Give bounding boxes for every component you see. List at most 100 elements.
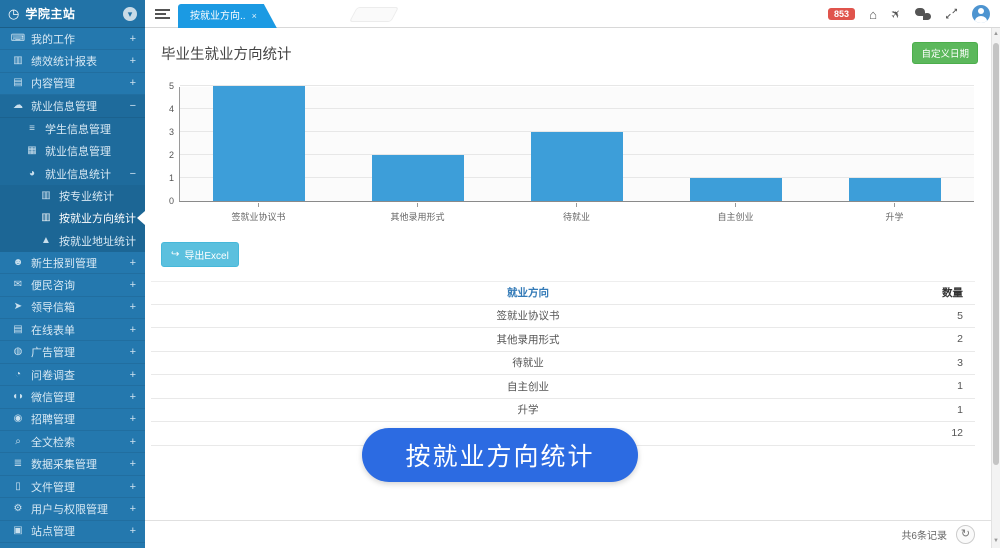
sidebar-item-label: 领导信箱 (31, 299, 145, 315)
scroll-up-icon[interactable]: ▲ (992, 31, 1000, 37)
topbar: 按就业方向..× 853 ⌂ ✈ ↗↙ (145, 0, 1000, 28)
table-row: 升学1 (151, 399, 975, 423)
sidebar-item[interactable]: ⌕全文检索+ (0, 431, 145, 453)
sidebar-item[interactable]: ⌨我的工作+ (0, 28, 145, 50)
sidebar-item[interactable]: ⚙用户与权限管理+ (0, 498, 145, 520)
sidebar-item-label: 按就业地址统计 (59, 233, 145, 249)
menu-toggle-icon[interactable] (155, 9, 170, 19)
gears-icon: ⚙ (10, 504, 26, 514)
close-icon[interactable]: × (252, 11, 257, 21)
sidebar-item-label: 就业信息管理 (45, 143, 145, 159)
ghost-tab (349, 7, 399, 22)
sidebar-item[interactable]: ◍广告管理+ (0, 341, 145, 363)
sidebar-item[interactable]: ▣站点管理+ (0, 521, 145, 543)
sidebar-item[interactable]: ▥按就业方向统计 (0, 207, 145, 229)
active-item-arrow (137, 211, 145, 225)
messages-icon[interactable] (915, 8, 931, 20)
direction-cell: 自主创业 (151, 379, 905, 394)
sidebar-item[interactable]: ▤在线表单+ (0, 319, 145, 341)
sidebar-item[interactable]: ≡学生信息管理 (0, 118, 145, 140)
sidebar-item[interactable]: ➤领导信箱+ (0, 297, 145, 319)
chart-bar-slot (498, 87, 657, 201)
tab-employment-direction[interactable]: 按就业方向..× (178, 4, 277, 28)
count-cell: 1 (905, 404, 975, 416)
sidebar-item[interactable]: ✉ 便民咨询+ (0, 274, 145, 296)
sidebar-item[interactable]: ☁就业信息管理− (0, 95, 145, 117)
vertical-scrollbar[interactable]: ▲ ▼ (991, 28, 1000, 548)
scroll-down-icon[interactable]: ▼ (992, 538, 1000, 544)
y-tick-label: 0 (169, 196, 174, 206)
table-body: 签就业协议书5其他录用形式2待就业3自主创业1升学1合计12 (151, 305, 975, 446)
sidebar-header[interactable]: ◷ 学院主站 ▾ (0, 0, 145, 28)
chart-bar (372, 155, 464, 201)
chart-bar-slot (339, 87, 498, 201)
user-avatar[interactable] (972, 5, 990, 23)
sidebar-item[interactable]: ▥按专业统计 (0, 185, 145, 207)
sidebar-item[interactable]: ▲按就业地址统计 (0, 230, 145, 252)
plus-icon: + (130, 391, 136, 403)
sidebar-item[interactable]: ◔问卷调查+ (0, 364, 145, 386)
refresh-icon[interactable]: ↻ (956, 525, 975, 544)
bar-chart-icon: ▥ (38, 213, 54, 223)
direction-cell: 签就业协议书 (151, 308, 905, 323)
plus-icon: + (130, 55, 136, 67)
chart-bar (690, 178, 782, 201)
sidebar-item-label: 招聘管理 (31, 411, 145, 427)
search-icon: ⌕ (10, 437, 26, 447)
fullscreen-icon[interactable]: ↗↙ (945, 8, 958, 21)
content-icon: ▤ (10, 78, 26, 88)
count-cell: 5 (905, 310, 975, 322)
sidebar-item-label: 数据采集管理 (31, 456, 145, 472)
users-icon: ☻ (10, 258, 26, 268)
send-icon[interactable]: ✈ (888, 6, 904, 22)
plus-icon: + (130, 279, 136, 291)
y-tick-label: 5 (169, 81, 174, 91)
sidebar-item[interactable]: ◖◗微信管理+ (0, 386, 145, 408)
sidebar-item[interactable]: ◉招聘管理+ (0, 409, 145, 431)
sidebar-item[interactable]: ▦ 就业信息管理 (0, 140, 145, 162)
home-icon[interactable]: ⌂ (869, 8, 877, 21)
ad-icon: ◍ (10, 347, 26, 357)
export-icon: ↪ (171, 249, 179, 260)
chart-x-axis: 签就业协议书其他录用形式待就业自主创业升学 (179, 203, 974, 223)
footer-bar: 共6条记录 ↻ (145, 520, 991, 548)
table-row: 自主创业1 (151, 375, 975, 399)
chevron-down-icon[interactable]: ▾ (123, 7, 137, 21)
sidebar-menu: ⌨我的工作+▥绩效统计报表+▤内容管理+☁就业信息管理−≡学生信息管理 ▦ 就业信息… (0, 28, 145, 548)
chart-bar (849, 178, 941, 201)
scrollbar-thumb[interactable] (993, 43, 999, 465)
file-icon: ▯ (10, 482, 26, 492)
envelope-icon: ✉ (10, 280, 26, 290)
sidebar-item[interactable]: ☻新生报到管理+ (0, 252, 145, 274)
overlay-action-button[interactable]: 按就业方向统计 (362, 428, 638, 482)
chart-plot (179, 87, 974, 202)
sidebar-item[interactable]: ▥绩效统计报表+ (0, 50, 145, 72)
notification-badge[interactable]: 853 (828, 8, 855, 20)
sidebar-item-label: 便民咨询 (31, 277, 145, 293)
eye-icon: ◉ (10, 414, 26, 424)
sidebar-item[interactable]: ≣数据采集管理+ (0, 453, 145, 475)
plus-icon: + (130, 481, 136, 493)
sidebar-item[interactable]: ▤内容管理+ (0, 73, 145, 95)
count-cell: 2 (905, 333, 975, 345)
plus-icon: + (130, 33, 136, 45)
bar-chart: 012345 签就业协议书其他录用形式待就业自主创业升学 (159, 86, 974, 232)
sidebar-item-label: 站点管理 (31, 523, 145, 539)
y-tick-label: 3 (169, 127, 174, 137)
sidebar-item-label: 问卷调查 (31, 367, 145, 383)
sidebar-item-label: 用户与权限管理 (31, 501, 145, 517)
plus-icon: + (130, 436, 136, 448)
direction-cell: 其他录用形式 (151, 332, 905, 347)
table-header-row: 就业方向 数量 (151, 281, 975, 305)
grid-icon: ▦ (24, 146, 40, 156)
plus-icon: + (130, 346, 136, 358)
custom-date-button[interactable]: 自定义日期 (912, 42, 978, 64)
app-window: ◷ 学院主站 ▾ ⌨我的工作+▥绩效统计报表+▤内容管理+☁就业信息管理−≡学生… (0, 0, 1000, 548)
x-tick-mark (417, 203, 418, 207)
chart-bar-slot (815, 87, 974, 201)
sidebar-item[interactable]: ▯文件管理+ (0, 476, 145, 498)
y-tick-label: 1 (169, 173, 174, 183)
sidebar-item[interactable]: ◕就业信息统计− (0, 162, 145, 184)
x-tick-label: 待就业 (497, 203, 656, 223)
export-excel-button[interactable]: ↪ 导出Excel (161, 242, 239, 267)
